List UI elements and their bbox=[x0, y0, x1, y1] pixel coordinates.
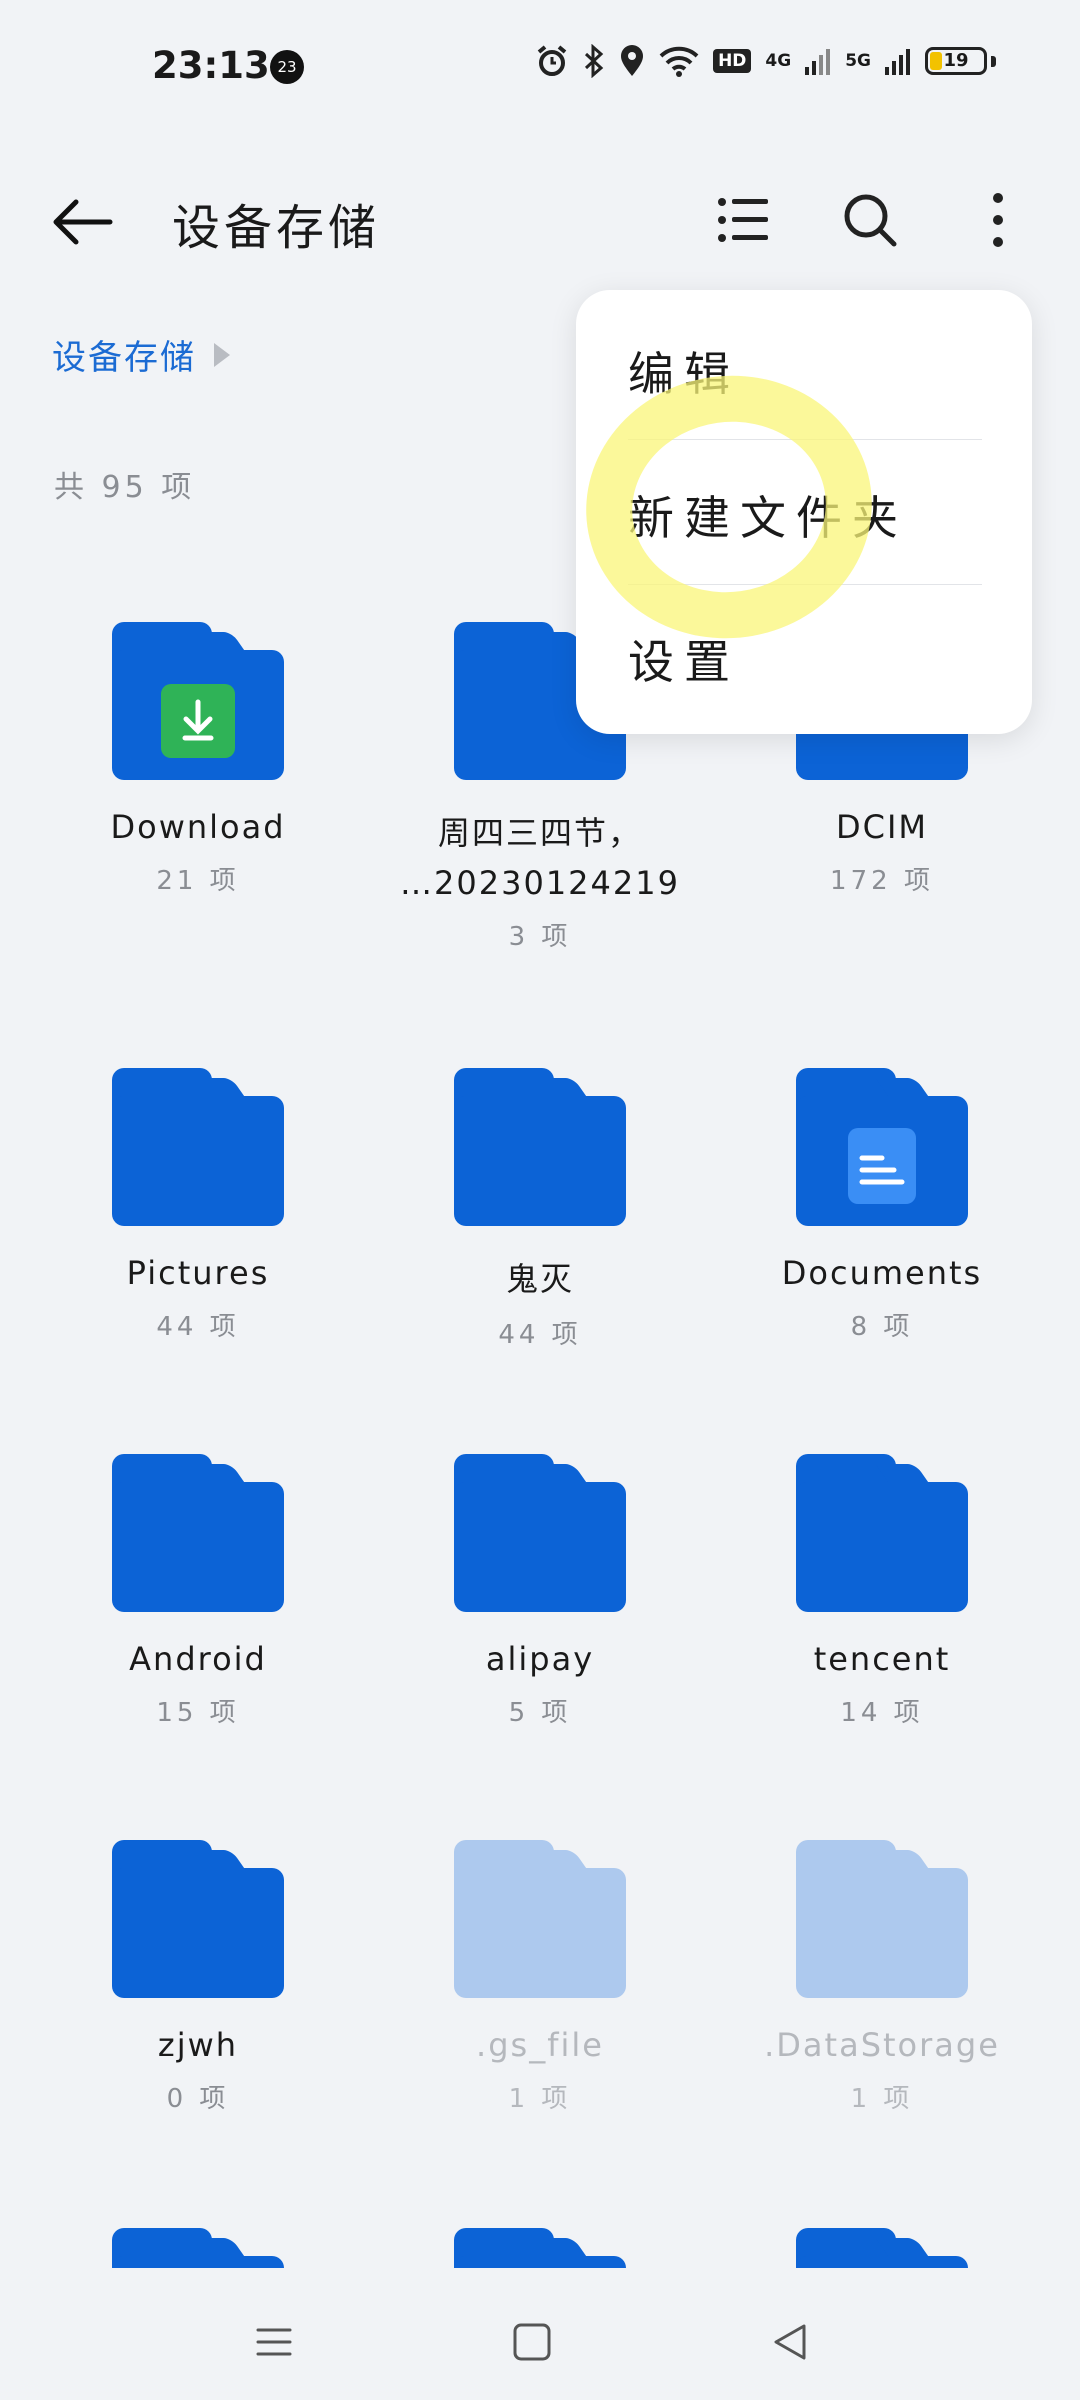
folder-name-line2: …20230124219 bbox=[400, 864, 680, 902]
folder-tile[interactable]: alipay 5 项 bbox=[370, 1454, 710, 1729]
square-icon bbox=[513, 2323, 551, 2361]
search-icon bbox=[844, 194, 897, 247]
back-button[interactable] bbox=[48, 190, 120, 254]
signal-icon bbox=[805, 49, 831, 75]
status-icons: HD 4G 5G 19 bbox=[535, 44, 996, 78]
folder-name: tencent bbox=[813, 1640, 951, 1678]
bluetooth-icon bbox=[585, 44, 604, 78]
home-button[interactable] bbox=[502, 2312, 562, 2372]
folder-tile[interactable]: 鬼灭 44 项 bbox=[370, 1068, 710, 1351]
alarm-icon bbox=[537, 45, 567, 76]
folder-item-count: 15 项 bbox=[156, 1698, 240, 1728]
folder-icon bbox=[454, 1454, 626, 1612]
folder-name: alipay bbox=[485, 1640, 595, 1678]
folder-item-count: 172 项 bbox=[830, 866, 934, 896]
hidden-folder-icon bbox=[454, 1840, 626, 1998]
network-4g-label: 4G bbox=[765, 51, 792, 71]
status-bar: 23:13 23 HD 4G 5G 19 bbox=[0, 0, 1080, 130]
folder-item-count: 3 项 bbox=[508, 922, 572, 952]
signal-icon-2 bbox=[885, 49, 910, 75]
folder-icon[interactable] bbox=[112, 2228, 284, 2268]
battery-level: 19 bbox=[943, 50, 969, 71]
folder-icon[interactable] bbox=[454, 2228, 626, 2268]
folder-tile[interactable]: Download 21 项 bbox=[28, 622, 368, 897]
folder-item-count: 1 项 bbox=[850, 2084, 914, 2114]
folder-tile[interactable]: tencent 14 项 bbox=[712, 1454, 1052, 1729]
folder-name: .DataStorage bbox=[764, 2026, 1000, 2064]
folder-tile[interactable]: Documents 8 项 bbox=[712, 1068, 1052, 1343]
recents-button[interactable] bbox=[244, 2312, 304, 2372]
back-nav-button[interactable] bbox=[760, 2312, 820, 2372]
folder-name: 鬼灭 bbox=[505, 1260, 574, 1298]
triangle-back-icon bbox=[774, 2324, 806, 2360]
folder-name: DCIM bbox=[835, 808, 929, 846]
download-icon bbox=[161, 684, 235, 758]
folder-name: Download bbox=[110, 808, 286, 846]
menu-lines-icon bbox=[256, 2328, 292, 2356]
folder-icon bbox=[112, 1840, 284, 1998]
hd-voice-icon: HD bbox=[713, 49, 752, 73]
folder-tile[interactable]: Pictures 44 项 bbox=[28, 1068, 368, 1343]
breadcrumb-root[interactable]: 设备存储 bbox=[52, 330, 196, 379]
folder-icon bbox=[112, 622, 284, 780]
folder-icon bbox=[454, 1068, 626, 1226]
list-view-icon bbox=[718, 198, 768, 242]
app-header: 设备存储 bbox=[0, 170, 1080, 270]
folder-item-count: 8 项 bbox=[850, 1312, 914, 1342]
folder-icon bbox=[796, 1454, 968, 1612]
notification-badge: 23 bbox=[270, 50, 304, 84]
more-options-button[interactable] bbox=[966, 188, 1030, 252]
chevron-right-icon bbox=[214, 342, 230, 367]
folder-item-count: 14 项 bbox=[840, 1698, 924, 1728]
folder-tile[interactable]: .gs_file 1 项 bbox=[370, 1840, 710, 2115]
folder-name: .gs_file bbox=[476, 2026, 604, 2064]
document-icon bbox=[848, 1128, 916, 1204]
folder-name: zjwh bbox=[157, 2026, 239, 2064]
folder-name: Pictures bbox=[126, 1254, 270, 1292]
system-nav-bar bbox=[0, 2272, 1080, 2400]
folder-icon bbox=[796, 1068, 968, 1226]
status-time: 23:13 bbox=[152, 44, 270, 87]
search-button[interactable] bbox=[838, 188, 902, 252]
battery-icon: 19 bbox=[925, 47, 987, 75]
item-count: 共 95 项 bbox=[54, 470, 196, 505]
more-vertical-icon bbox=[993, 193, 1003, 247]
folder-row-partial bbox=[0, 2228, 1080, 2268]
folder-icon bbox=[112, 1068, 284, 1226]
folder-icon bbox=[112, 1454, 284, 1612]
hidden-folder-icon bbox=[796, 1840, 968, 1998]
folder-item-count: 44 项 bbox=[498, 1320, 582, 1350]
page-title: 设备存储 bbox=[172, 200, 381, 256]
network-5g-label: 5G bbox=[845, 51, 871, 71]
view-toggle-button[interactable] bbox=[712, 188, 776, 252]
wifi-icon bbox=[659, 46, 699, 77]
folder-item-count: 44 项 bbox=[156, 1312, 240, 1342]
folder-item-count: 1 项 bbox=[508, 2084, 572, 2114]
arrow-left-icon bbox=[53, 199, 113, 245]
breadcrumb: 设备存储 bbox=[52, 330, 230, 379]
folder-item-count: 5 项 bbox=[508, 1698, 572, 1728]
location-icon bbox=[621, 45, 644, 76]
folder-tile[interactable]: Android 15 项 bbox=[28, 1454, 368, 1729]
folder-item-count: 21 项 bbox=[156, 866, 240, 896]
folder-tile[interactable]: zjwh 0 项 bbox=[28, 1840, 368, 2115]
folder-name: Documents bbox=[781, 1254, 983, 1292]
folder-item-count: 0 项 bbox=[166, 2084, 230, 2114]
folder-name: 周四三四节， bbox=[437, 814, 642, 852]
folder-name: Android bbox=[129, 1640, 267, 1678]
folder-tile[interactable]: .DataStorage 1 项 bbox=[712, 1840, 1052, 2115]
folder-icon[interactable] bbox=[796, 2228, 968, 2268]
